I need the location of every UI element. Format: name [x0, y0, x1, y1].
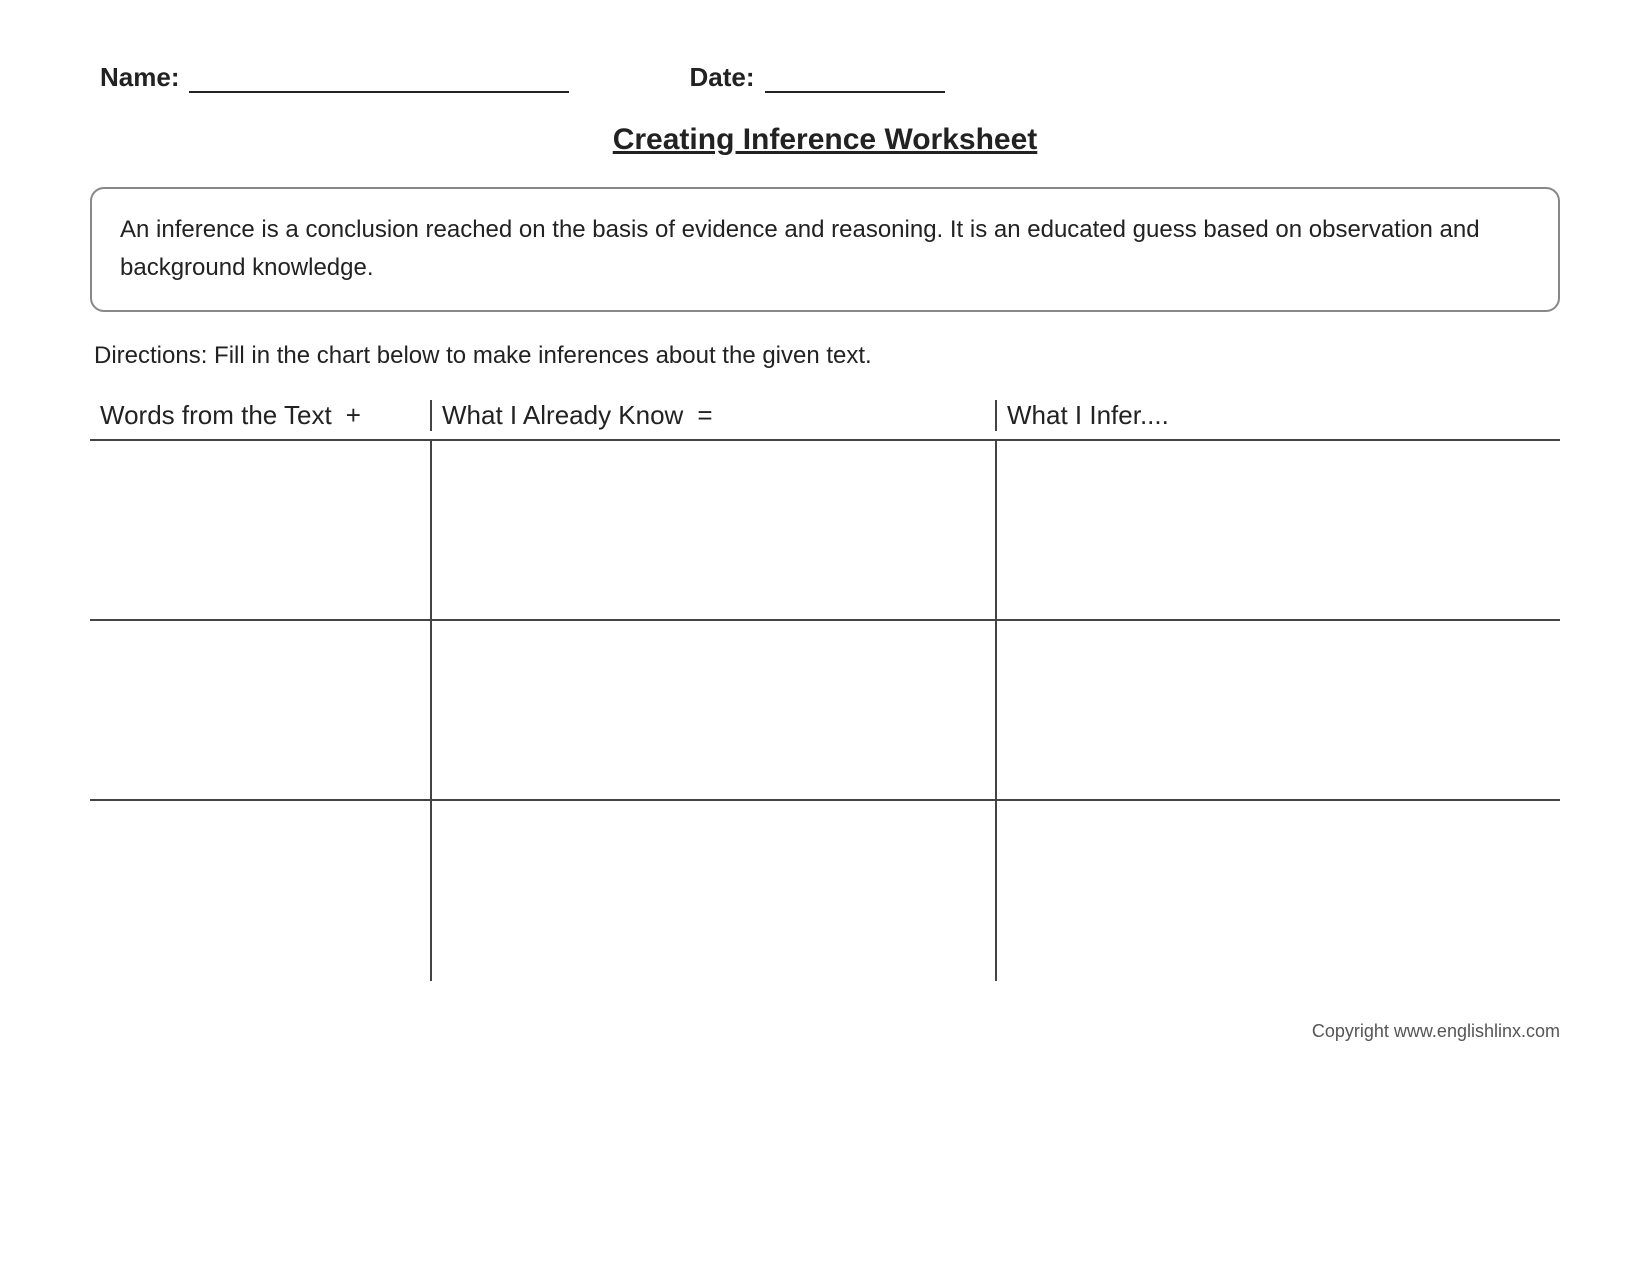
- chart-cell-2-1: [90, 621, 430, 801]
- col2-header-label: What I Already Know: [442, 400, 683, 431]
- chart-header: Words from the Text + What I Already Kno…: [90, 400, 1560, 441]
- chart-cell-2-3: [995, 621, 1560, 801]
- chart-cell-2-2: [430, 621, 995, 801]
- header-row: Name: Date:: [80, 60, 1570, 93]
- chart-container: Words from the Text + What I Already Kno…: [90, 400, 1560, 981]
- date-field: Date:: [689, 60, 944, 93]
- name-underline: [189, 60, 569, 93]
- definition-box: An inference is a conclusion reached on …: [90, 187, 1560, 312]
- col1-header: Words from the Text +: [90, 400, 430, 431]
- chart-row-3: [90, 801, 1560, 981]
- chart-cell-1-2: [430, 441, 995, 621]
- col3-header: What I Infer....: [995, 400, 1560, 431]
- chart-cell-3-3: [995, 801, 1560, 981]
- chart-cell-3-1: [90, 801, 430, 981]
- name-field: Name:: [100, 60, 569, 93]
- directions-text: Directions: Fill in the chart below to m…: [90, 342, 1560, 370]
- definition-text: An inference is a conclusion reached on …: [120, 216, 1480, 281]
- worksheet-title: Creating Inference Worksheet: [80, 123, 1570, 157]
- col1-symbol: +: [346, 400, 361, 431]
- chart-cell-1-1: [90, 441, 430, 621]
- chart-row-1: [90, 441, 1560, 621]
- copyright-text: Copyright www.englishlinx.com: [80, 1021, 1570, 1042]
- chart-row-2: [90, 621, 1560, 801]
- col3-header-label: What I Infer....: [1007, 400, 1169, 431]
- chart-cell-3-2: [430, 801, 995, 981]
- name-label: Name:: [100, 62, 179, 93]
- date-label: Date:: [689, 62, 754, 93]
- col1-header-label: Words from the Text: [100, 400, 332, 431]
- col2-symbol: =: [697, 400, 712, 431]
- chart-cell-1-3: [995, 441, 1560, 621]
- col2-header: What I Already Know =: [430, 400, 995, 431]
- date-underline: [765, 60, 945, 93]
